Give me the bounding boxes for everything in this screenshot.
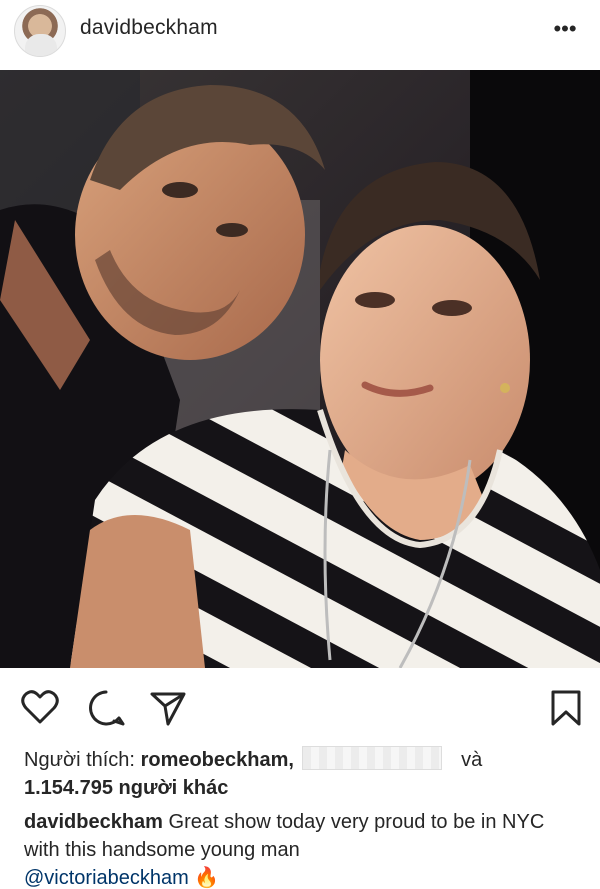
post-photo[interactable] [0, 70, 600, 668]
likes-conjunction: và [461, 749, 483, 771]
likes-summary: Người thích: romeobeckham, và 1.154.795 … [24, 746, 584, 802]
caption-username[interactable]: davidbeckham [24, 811, 163, 833]
comment-icon[interactable] [86, 688, 126, 728]
liker-username[interactable]: romeobeckham, [141, 749, 294, 771]
post-caption: davidbeckham Great show today very proud… [24, 808, 584, 889]
post-header: davidbeckham ••• [0, 0, 600, 70]
send-icon[interactable] [148, 688, 188, 728]
post-actions [0, 668, 600, 748]
caption-mention[interactable]: @victoriabeckham [24, 867, 189, 889]
avatar-shirt [25, 34, 57, 56]
redacted-username [301, 746, 442, 770]
heart-icon[interactable] [20, 688, 60, 728]
likes-prefix: Người thích: [24, 749, 135, 771]
photo-illustration [0, 70, 600, 668]
avatar[interactable] [14, 5, 66, 57]
bookmark-icon[interactable] [546, 688, 586, 728]
likes-count[interactable]: 1.154.795 người khác [24, 777, 228, 799]
fire-emoji-icon: 🔥 [194, 867, 220, 889]
post-username[interactable]: davidbeckham [80, 16, 218, 40]
more-options-icon[interactable]: ••• [550, 14, 580, 44]
